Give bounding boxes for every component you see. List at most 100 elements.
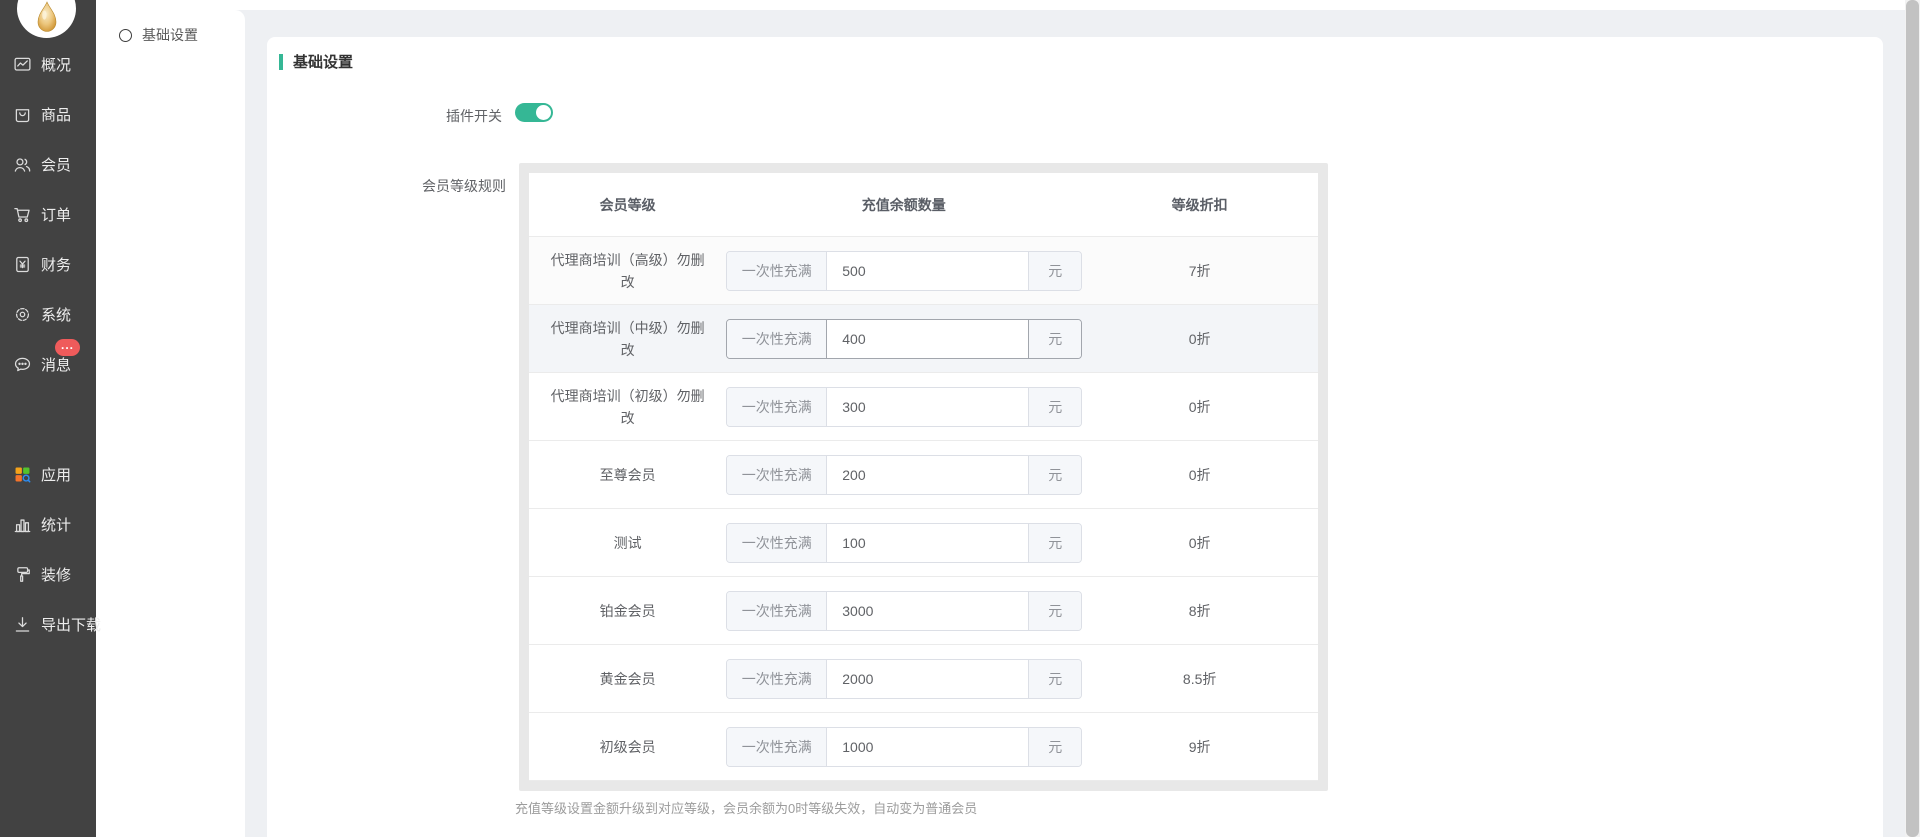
- column-header-level: 会员等级: [529, 195, 726, 215]
- table-row: 黄金会员 一次性充满 元 8.5折: [529, 645, 1318, 713]
- orders-icon: [13, 205, 32, 224]
- finance-icon: [13, 255, 32, 274]
- member-level-cell: 初级会员: [529, 736, 726, 758]
- top-strip: [96, 0, 1920, 10]
- sidebar-item-label: 商品: [41, 104, 71, 125]
- discount-cell: 9折: [1081, 737, 1318, 757]
- sidebar-item-export-download[interactable]: 导出下载: [0, 599, 96, 649]
- sidebar-item-system[interactable]: 系统: [0, 289, 96, 339]
- member-level-cell: 铂金会员: [529, 600, 726, 622]
- recharge-input-group: 一次性充满 元: [726, 523, 1082, 563]
- sidebar-item-stats[interactable]: 统计: [0, 499, 96, 549]
- recharge-input-group: 一次性充满 元: [726, 251, 1082, 291]
- input-append-label: 元: [1028, 388, 1081, 426]
- member-level-cell: 测试: [529, 532, 726, 554]
- table-row: 代理商培训（初级）勿删改 一次性充满 元 0折: [529, 373, 1318, 441]
- amount-input[interactable]: [827, 660, 1028, 698]
- table-header-row: 会员等级 充值余额数量 等级折扣: [529, 173, 1318, 237]
- submenu-item-basic-settings[interactable]: 基础设置: [96, 10, 245, 60]
- discount-cell: 0折: [1081, 465, 1318, 485]
- amount-input[interactable]: [827, 456, 1028, 494]
- member-level-table: 会员等级 充值余额数量 等级折扣 代理商培训（高级）勿删改 一次性充满 元 7折…: [529, 173, 1318, 781]
- avatar[interactable]: [17, 0, 76, 38]
- recharge-input-group: 一次性充满 元: [726, 455, 1082, 495]
- member-level-table-frame: 会员等级 充值余额数量 等级折扣 代理商培训（高级）勿删改 一次性充满 元 7折…: [519, 163, 1328, 791]
- system-icon: [13, 305, 32, 324]
- sidebar-item-overview[interactable]: 概况: [0, 39, 96, 89]
- sidebar-item-orders[interactable]: 订单: [0, 189, 96, 239]
- sidebar-item-label: 财务: [41, 254, 71, 275]
- member-level-cell: 至尊会员: [529, 464, 726, 486]
- member-level-cell: 黄金会员: [529, 668, 726, 690]
- discount-cell: 0折: [1081, 329, 1318, 349]
- content-card: 基础设置 插件开关 会员等级规则 会员等级 充值余额数量 等级折扣 代理商培训（…: [267, 37, 1883, 837]
- primary-sidebar: 概况 商品 会员 订单: [0, 0, 96, 837]
- table-row: 铂金会员 一次性充满 元 8折: [529, 577, 1318, 645]
- plugin-switch-toggle[interactable]: [515, 103, 553, 122]
- message-badge: ...: [55, 339, 80, 356]
- input-append-label: 元: [1028, 524, 1081, 562]
- member-level-cell: 代理商培训（初级）勿删改: [529, 385, 726, 429]
- input-prepend-label: 一次性充满: [727, 524, 827, 562]
- input-prepend-label: 一次性充满: [727, 456, 827, 494]
- nav-group-bottom: 应用 统计 装修 导出下载: [0, 449, 96, 649]
- recharge-input-group: 一次性充满 元: [726, 727, 1082, 767]
- input-append-label: 元: [1028, 728, 1081, 766]
- section-header: 基础设置: [279, 51, 353, 72]
- amount-input[interactable]: [827, 592, 1028, 630]
- amount-input[interactable]: [827, 388, 1028, 426]
- sidebar-item-label: 订单: [41, 204, 71, 225]
- column-header-discount: 等级折扣: [1081, 195, 1318, 215]
- submenu-item-label: 基础设置: [142, 25, 198, 45]
- sidebar-item-finance[interactable]: 财务: [0, 239, 96, 289]
- amount-input[interactable]: [827, 728, 1028, 766]
- sidebar-item-members[interactable]: 会员: [0, 139, 96, 189]
- recharge-input-group: 一次性充满 元: [726, 591, 1082, 631]
- discount-cell: 8折: [1081, 601, 1318, 621]
- table-row: 代理商培训（高级）勿删改 一次性充满 元 7折: [529, 237, 1318, 305]
- amount-input[interactable]: [827, 252, 1028, 290]
- member-level-cell: 代理商培训（中级）勿删改: [529, 317, 726, 361]
- sidebar-item-label: 导出下载: [41, 614, 101, 635]
- sidebar-item-apps[interactable]: 应用: [0, 449, 96, 499]
- goods-icon: [13, 105, 32, 124]
- member-level-rules-label: 会员等级规则: [267, 176, 506, 196]
- discount-cell: 0折: [1081, 533, 1318, 553]
- input-append-label: 元: [1028, 320, 1081, 358]
- discount-cell: 8.5折: [1081, 669, 1318, 689]
- sidebar-item-label: 统计: [41, 514, 71, 535]
- sidebar-item-decorate[interactable]: 装修: [0, 549, 96, 599]
- radio-circle-icon: [119, 29, 132, 42]
- input-prepend-label: 一次性充满: [727, 388, 827, 426]
- sidebar-item-label: 消息: [41, 354, 71, 375]
- input-append-label: 元: [1028, 660, 1081, 698]
- recharge-input-group: 一次性充满 元: [726, 387, 1082, 427]
- secondary-sidebar: 基础设置: [96, 10, 245, 837]
- table-row: 测试 一次性充满 元 0折: [529, 509, 1318, 577]
- sidebar-item-goods[interactable]: 商品: [0, 89, 96, 139]
- input-prepend-label: 一次性充满: [727, 592, 827, 630]
- input-append-label: 元: [1028, 252, 1081, 290]
- page-title: 基础设置: [293, 51, 353, 72]
- input-prepend-label: 一次性充满: [727, 728, 827, 766]
- stats-icon: [13, 515, 32, 534]
- recharge-input-group: 一次性充满 元: [726, 319, 1082, 359]
- amount-input[interactable]: [827, 320, 1028, 358]
- plugin-switch-label: 插件开关: [267, 106, 502, 126]
- member-level-cell: 代理商培训（高级）勿删改: [529, 249, 726, 293]
- scrollbar-thumb[interactable]: [1906, 0, 1919, 837]
- sidebar-item-label: 应用: [41, 464, 71, 485]
- table-row: 初级会员 一次性充满 元 9折: [529, 713, 1318, 781]
- droplet-logo-icon: [35, 1, 59, 35]
- discount-cell: 0折: [1081, 397, 1318, 417]
- sidebar-item-label: 装修: [41, 564, 71, 585]
- discount-cell: 7折: [1081, 261, 1318, 281]
- sidebar-item-messages[interactable]: 消息 ...: [0, 339, 96, 389]
- sidebar-item-label: 系统: [41, 304, 71, 325]
- page-scrollbar: [1905, 0, 1920, 837]
- download-icon: [13, 615, 32, 634]
- amount-input[interactable]: [827, 524, 1028, 562]
- members-icon: [13, 155, 32, 174]
- column-header-recharge: 充值余额数量: [726, 195, 1081, 215]
- input-append-label: 元: [1028, 456, 1081, 494]
